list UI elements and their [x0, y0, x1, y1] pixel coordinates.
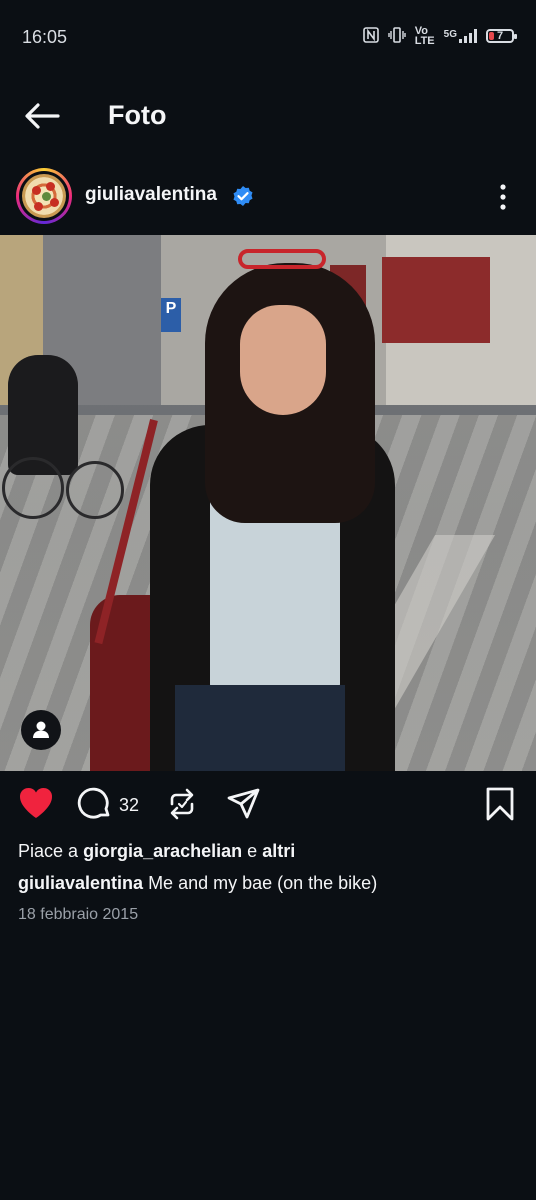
network-type: 5G [443, 29, 457, 40]
bookmark-icon [486, 787, 514, 821]
user-tag-button[interactable] [21, 710, 61, 750]
likes-others-link[interactable]: altri [262, 841, 295, 861]
repost-button[interactable] [165, 786, 199, 827]
caption-text: Me and my bae (on the bike) [148, 873, 378, 893]
page-title: Foto [108, 100, 167, 130]
nfc-icon [362, 26, 379, 46]
heart-icon [19, 787, 53, 818]
page-header: Foto [0, 88, 536, 144]
post-actions: 32 [0, 782, 536, 828]
status-bar: 16:05 Vo LTE 5G 7 [0, 0, 536, 72]
likes-summary: Piace a giorgia_arachelian e altri [18, 841, 295, 862]
back-button[interactable] [22, 100, 62, 132]
post-header: giuliavalentina [0, 166, 536, 226]
share-icon [227, 788, 260, 819]
save-button[interactable] [484, 786, 516, 827]
liker-username[interactable]: giorgia_arachelian [83, 841, 242, 861]
battery-icon: 7 [486, 29, 517, 43]
repost-icon [170, 788, 194, 820]
more-options-button[interactable] [490, 182, 516, 212]
post-caption: giuliavalentina Me and my bae (on the bi… [18, 873, 377, 894]
comment-icon [77, 787, 110, 819]
verified-badge-icon [233, 186, 253, 206]
signal-bars-icon [459, 29, 477, 43]
status-icons: Vo LTE 5G 7 [362, 26, 517, 47]
post-photo[interactable]: P [0, 235, 536, 771]
battery-fill [489, 32, 494, 40]
likes-conjunction: e [247, 841, 258, 861]
comment-button[interactable] [77, 786, 113, 827]
volte-bottom: LTE [414, 35, 435, 47]
person-icon [33, 721, 49, 738]
volte-indicator: Vo LTE [414, 26, 435, 47]
story-ring[interactable] [16, 168, 72, 224]
arrow-left-icon [25, 103, 60, 129]
comment-count: 32 [119, 795, 140, 815]
username[interactable]: giuliavalentina [85, 184, 217, 206]
caption-username[interactable]: giuliavalentina [18, 873, 143, 893]
avatar [22, 174, 66, 218]
vibrate-icon [387, 26, 406, 46]
like-button[interactable] [18, 786, 54, 825]
battery-level: 7 [496, 30, 504, 42]
share-button[interactable] [226, 786, 262, 827]
post-date: 18 febbraio 2015 [18, 906, 139, 923]
likes-prefix: Piace a [18, 841, 79, 861]
cellular-signal: 5G [444, 29, 477, 43]
status-time: 16:05 [22, 27, 68, 47]
more-vertical-icon [500, 184, 506, 210]
parking-sign: P [161, 298, 181, 332]
